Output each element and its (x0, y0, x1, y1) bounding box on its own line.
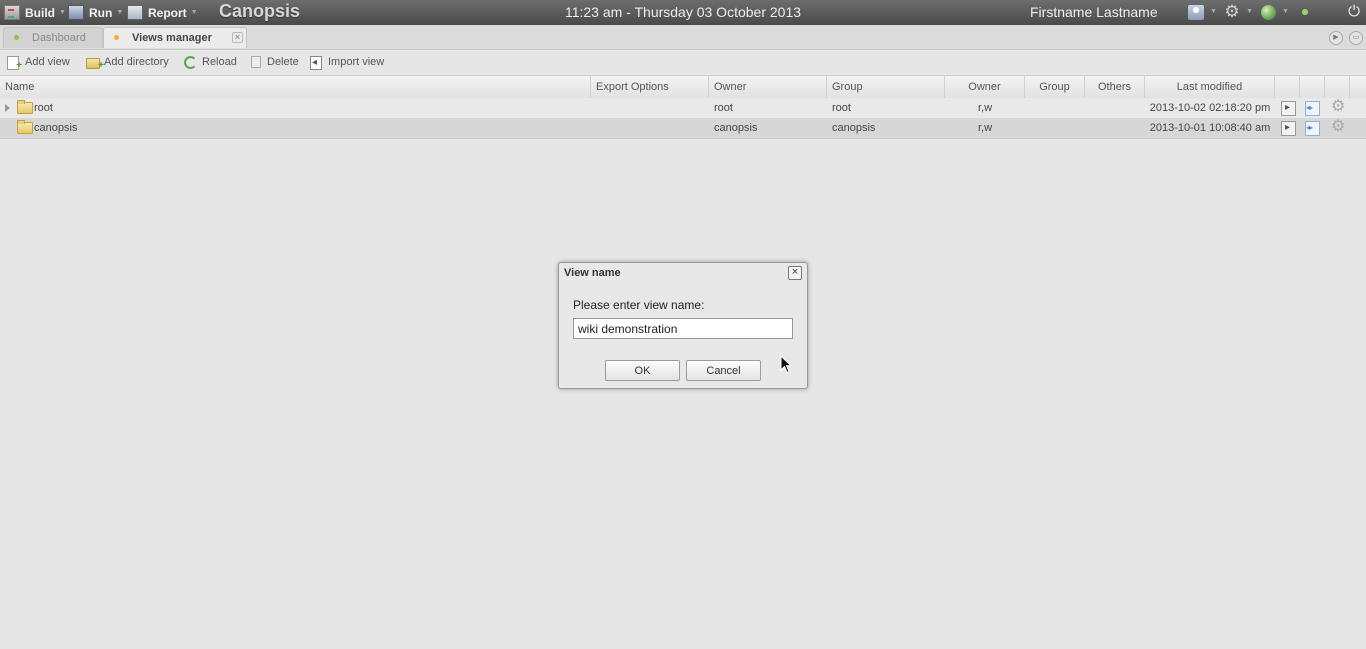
tab-views-manager[interactable]: Views manager × (103, 27, 247, 48)
menu-run-label: Run (89, 5, 113, 20)
column-header-perm-others[interactable]: Others (1085, 76, 1145, 98)
menu-report-label: Report (148, 5, 187, 20)
row-last-modified: 2013-10-01 10:08:40 am (1149, 122, 1271, 134)
column-header-perm-owner[interactable]: Owner (945, 76, 1025, 98)
column-header-perm-group[interactable]: Group (1025, 76, 1085, 98)
add-folder-icon (86, 57, 104, 74)
trash-icon (251, 56, 261, 68)
column-header-action-settings (1325, 76, 1350, 98)
tab-bar: Dashboard Views manager × (0, 25, 1366, 50)
tab-scroll-right-icon[interactable]: ▶ (1329, 31, 1343, 45)
view-code-icon[interactable] (1305, 98, 1320, 118)
clock: 11:23 am - Thursday 03 October 2013 (564, 4, 802, 20)
delete-label: Delete (267, 56, 299, 68)
close-icon[interactable]: × (232, 32, 243, 43)
menu-run[interactable]: Run ▼ (68, 0, 123, 25)
chevron-down-icon[interactable]: ▼ (1246, 8, 1253, 15)
build-icon (4, 5, 20, 20)
delete-button[interactable]: Delete (249, 54, 299, 71)
row-perm-owner: r,w (977, 122, 993, 134)
row-owner: canopsis (714, 122, 758, 134)
chevron-down-icon: ▼ (116, 9, 124, 16)
reload-icon (184, 56, 197, 69)
menu-report[interactable]: Report ▼ (127, 0, 198, 25)
gear-icon[interactable]: ⚙ (1223, 3, 1241, 21)
chevron-down-icon[interactable]: ▼ (1210, 8, 1217, 15)
avatar-icon[interactable] (1188, 5, 1204, 20)
tab-dashboard-label: Dashboard (32, 32, 86, 44)
menu-build-label: Build (25, 5, 55, 20)
expand-arrow-icon[interactable] (5, 104, 10, 112)
row-group: canopsis (832, 122, 876, 134)
folder-icon (17, 120, 33, 134)
table-row[interactable]: root root root r,w 2013-10-02 02:18:20 p… (0, 98, 1366, 119)
reload-label: Reload (202, 56, 237, 68)
chevron-down-icon: ▼ (190, 9, 198, 16)
row-group: root (832, 102, 851, 114)
top-bar: Build ▼ Run ▼ Report ▼ Canopsis 11:23 am… (0, 0, 1366, 25)
gear-icon[interactable]: ⚙ (1331, 99, 1345, 115)
import-view-button[interactable]: Import view (310, 54, 386, 71)
table-row[interactable]: canopsis canopsis canopsis r,w 2013-10-0… (0, 118, 1366, 139)
power-icon[interactable]: ⏻ (1345, 2, 1363, 22)
column-header-export-options[interactable]: Export Options (591, 76, 709, 98)
ok-button[interactable]: OK (605, 360, 680, 381)
dialog-prompt: Please enter view name: (573, 298, 705, 312)
view-name-dialog: View name × Please enter view name: OK C… (558, 262, 808, 389)
column-header-group[interactable]: Group (827, 76, 945, 98)
add-view-button[interactable]: Add view (7, 54, 77, 74)
row-last-modified: 2013-10-02 02:18:20 pm (1149, 102, 1271, 114)
row-owner: root (714, 102, 733, 114)
dialog-title: View name (564, 267, 621, 279)
reload-button[interactable]: Reload (184, 54, 238, 71)
app-title: Canopsis (219, 1, 301, 21)
import-icon (310, 54, 322, 71)
user-name[interactable]: Firstname Lastname (1030, 0, 1158, 25)
export-icon[interactable] (1281, 98, 1296, 118)
column-header-owner[interactable]: Owner (709, 76, 827, 98)
column-header-action-export (1275, 76, 1300, 98)
add-directory-label: Add directory (104, 56, 169, 68)
column-header-name[interactable]: Name (0, 76, 591, 98)
add-document-icon (7, 56, 22, 74)
status-dot-icon (14, 35, 19, 40)
import-view-label: Import view (328, 56, 385, 68)
run-icon (68, 5, 84, 20)
row-name: canopsis (34, 122, 78, 134)
column-header-action-view (1300, 76, 1325, 98)
add-directory-button[interactable]: Add directory (86, 54, 174, 74)
close-icon[interactable]: × (788, 266, 802, 280)
gear-icon[interactable]: ⚙ (1331, 119, 1345, 135)
row-perm-owner: r,w (977, 102, 993, 114)
menu-build[interactable]: Build ▼ (4, 0, 66, 25)
status-dot-icon (1302, 9, 1308, 15)
view-code-icon[interactable] (1305, 118, 1320, 138)
column-header-last-modified[interactable]: Last modified (1145, 76, 1275, 98)
chevron-down-icon[interactable]: ▼ (1282, 8, 1289, 15)
view-name-input[interactable] (573, 318, 793, 339)
toolbar: Add view Add directory Reload Delete Imp… (0, 50, 1366, 75)
chevron-down-icon: ▼ (59, 9, 66, 16)
row-name: root (34, 102, 53, 114)
add-view-label: Add view (25, 56, 70, 68)
folder-icon (17, 100, 33, 114)
status-dot-icon (114, 35, 119, 40)
tab-dashboard[interactable]: Dashboard (3, 27, 103, 48)
export-icon[interactable] (1281, 118, 1296, 138)
tab-views-manager-label: Views manager (132, 32, 212, 44)
globe-icon[interactable] (1261, 5, 1276, 20)
grid-header: Name Export Options Owner Group Owner Gr… (0, 75, 1366, 99)
cancel-button[interactable]: Cancel (686, 360, 761, 381)
report-icon (127, 5, 143, 20)
tab-menu-icon[interactable]: ▭ (1349, 31, 1363, 45)
